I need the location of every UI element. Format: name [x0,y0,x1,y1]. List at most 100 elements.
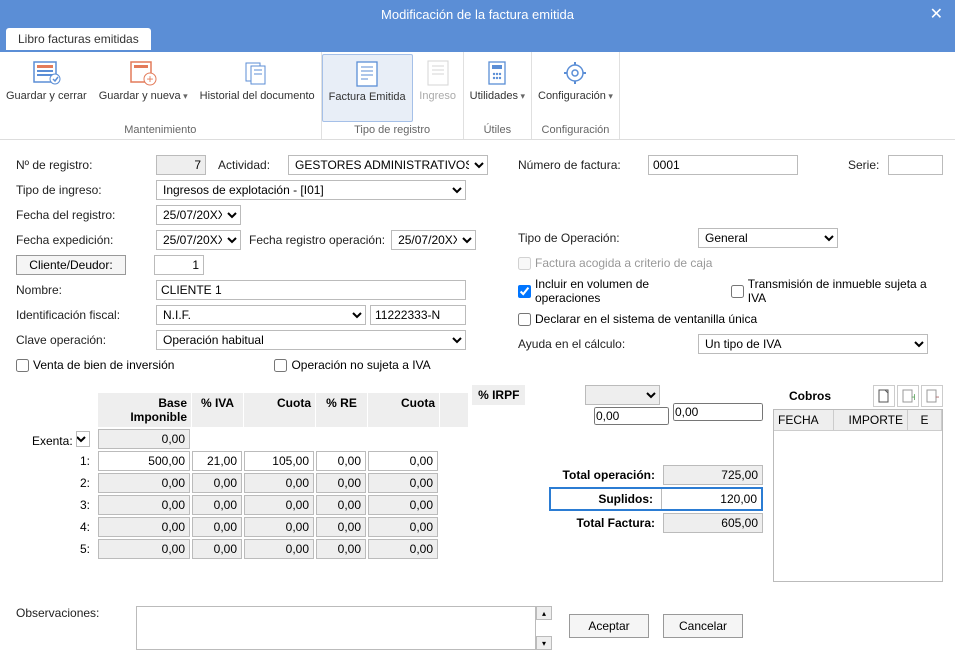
tab-strip: Libro facturas emitidas [0,28,955,52]
cobros-add-button[interactable]: + [897,385,919,407]
fecha-expedicion-input[interactable]: 25/07/20XX [156,230,241,250]
row4-cuota[interactable] [244,517,314,537]
col-base: Base Imponible [98,393,192,427]
ayuda-calc-select[interactable]: Un tipo de IVA [698,334,928,354]
gear-icon [559,58,591,88]
row2-cuota2[interactable] [368,473,438,493]
venta-bien-checkbox[interactable]: Venta de bien de inversión [16,358,174,372]
invoice-label: Factura Emitida [329,91,406,104]
exenta-base[interactable] [98,429,190,449]
obs-down-button[interactable]: ▾ [536,636,552,650]
tipo-ingreso-select[interactable]: Ingresos de explotación - [I01] [156,180,466,200]
obs-textarea[interactable] [136,606,536,650]
irpf-v2[interactable] [673,403,763,421]
cobros-col-e[interactable]: E [908,410,942,431]
row1-iva[interactable] [192,451,242,471]
irpf-v1[interactable] [594,407,669,425]
aceptar-button[interactable]: Aceptar [569,614,649,638]
actividad-select[interactable]: GESTORES ADMINISTRATIVOS [288,155,488,175]
obs-label: Observaciones: [16,606,136,620]
configuracion-button[interactable]: Configuración [532,54,619,122]
row2-re[interactable] [316,473,366,493]
cobros-col-fecha[interactable]: FECHA [774,410,834,431]
cobros-new-button[interactable] [873,385,895,407]
row2-base[interactable] [98,473,190,493]
cobros-col-importe[interactable]: IMPORTE [834,410,908,431]
save-new-label: Guardar y nueva [99,90,188,103]
col-cuota2: Cuota [368,393,440,427]
num-registro-label: Nº de registro: [16,158,156,172]
row5-base[interactable] [98,539,190,559]
suplidos-val[interactable] [661,489,761,509]
exenta-select[interactable] [76,431,90,447]
num-registro-input[interactable] [156,155,206,175]
row4-re[interactable] [316,517,366,537]
clave-op-select[interactable]: Operación habitual [156,330,466,350]
cliente-input[interactable] [154,255,204,275]
tipo-registro-group-label: Tipo de registro [322,122,463,139]
row3-base[interactable] [98,495,190,515]
row3-re[interactable] [316,495,366,515]
row5-cuota[interactable] [244,539,314,559]
ingreso-button[interactable]: Ingreso [413,54,463,122]
row2-iva[interactable] [192,473,242,493]
total-op-label: Total operación: [553,468,663,482]
guardar-cerrar-button[interactable]: Guardar y cerrar [0,54,93,122]
id-fiscal-num-input[interactable] [370,305,466,325]
row2-cuota[interactable] [244,473,314,493]
suplidos-label: Suplidos: [551,490,661,508]
cobros-del-button[interactable]: − [921,385,943,407]
fecha-expedicion-label: Fecha expedición: [16,233,156,247]
col-re: % RE [316,393,368,427]
factura-emitida-button[interactable]: Factura Emitida [322,54,413,122]
tipo-ingreso-label: Tipo de ingreso: [16,183,156,197]
total-fac-label: Total Factura: [553,516,663,530]
num-factura-input[interactable] [648,155,798,175]
row3-cuota[interactable] [244,495,314,515]
row1-cuota2[interactable] [368,451,438,471]
historial-button[interactable]: Historial del documento [194,54,321,122]
transmision-checkbox[interactable]: Transmisión de inmueble sujeta a IVA [731,277,943,305]
cancelar-button[interactable]: Cancelar [663,614,743,638]
tab-libro-facturas[interactable]: Libro facturas emitidas [6,28,151,50]
tipo-operacion-label: Tipo de Operación: [518,231,648,245]
row3-cuota2[interactable] [368,495,438,515]
fecha-reg-op-input[interactable]: 25/07/20XX [391,230,476,250]
row5-iva[interactable] [192,539,242,559]
serie-label: Serie: [848,158,888,172]
row3-label: 3: [16,498,98,512]
row4-iva[interactable] [192,517,242,537]
incluir-vol-checkbox[interactable]: Incluir en volumen de operaciones [518,277,713,305]
cobros-table: FECHA IMPORTE E [773,409,943,582]
calculator-icon [481,58,513,88]
row5-cuota2[interactable] [368,539,438,559]
declarar-checkbox[interactable]: Declarar en el sistema de ventanilla úni… [518,312,757,326]
row5-re[interactable] [316,539,366,559]
utiles-group-label: Útiles [464,122,531,139]
op-no-iva-checkbox[interactable]: Operación no sujeta a IVA [274,358,430,372]
row5-label: 5: [16,542,98,556]
invoice-icon [351,59,383,89]
cliente-deudor-button[interactable]: Cliente/Deudor: [16,255,126,275]
row3-iva[interactable] [192,495,242,515]
row4-base[interactable] [98,517,190,537]
row1-label: 1: [16,454,98,468]
tipo-operacion-select[interactable]: General [698,228,838,248]
ribbon: Guardar y cerrar + Guardar y nueva Histo… [0,52,955,140]
row1-re[interactable] [316,451,366,471]
utilidades-button[interactable]: Utilidades [464,54,531,122]
row1-cuota[interactable] [244,451,314,471]
close-icon[interactable]: ✕ [930,4,943,24]
row1-base[interactable] [98,451,190,471]
nombre-input[interactable] [156,280,466,300]
irpf-select[interactable] [585,385,660,405]
ayuda-calc-label: Ayuda en el cálculo: [518,337,648,351]
serie-input[interactable] [888,155,943,175]
row4-cuota2[interactable] [368,517,438,537]
obs-up-button[interactable]: ▴ [536,606,552,620]
id-fiscal-tipo-select[interactable]: N.I.F. [156,305,366,325]
guardar-nueva-button[interactable]: + Guardar y nueva [93,54,194,122]
criterio-caja-checkbox[interactable]: Factura acogida a criterio de caja [518,256,712,270]
row2-label: 2: [16,476,98,490]
fecha-registro-input[interactable]: 25/07/20XX [156,205,241,225]
